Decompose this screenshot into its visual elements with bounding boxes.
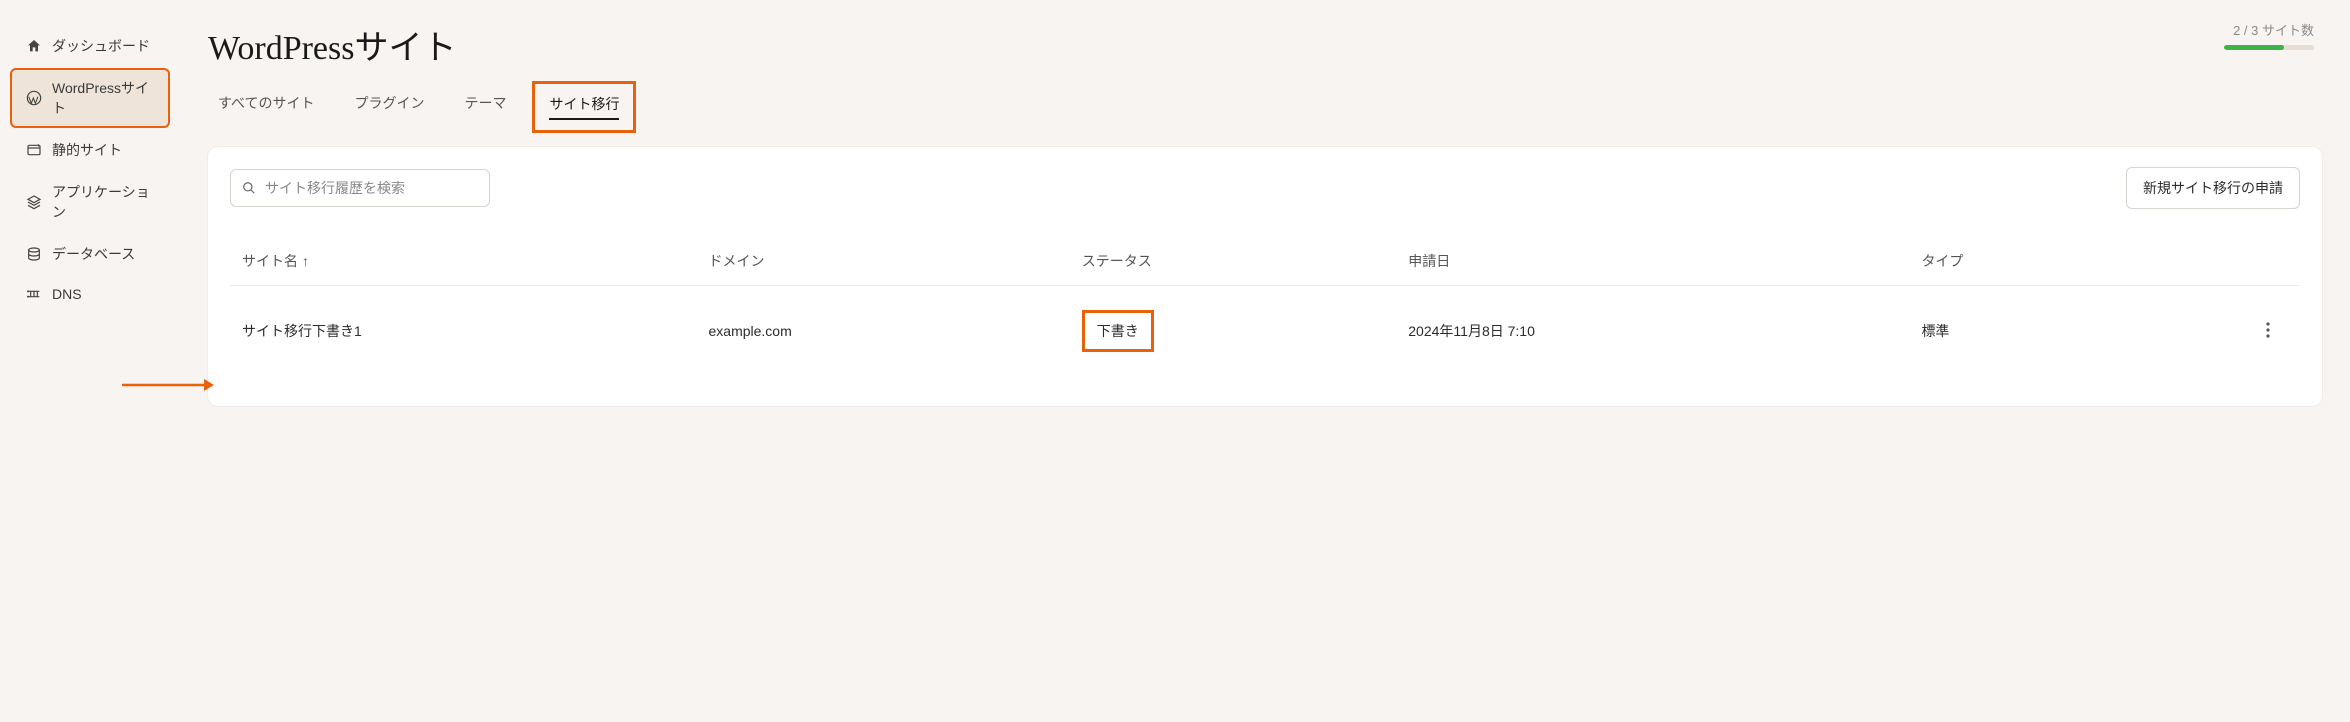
highlight-box-tab: サイト移行: [532, 81, 636, 133]
highlight-box-status: 下書き: [1082, 310, 1154, 352]
dns-icon: [26, 286, 42, 302]
panel: 新規サイト移行の申請 サイト名 ↑ ドメイン ステータス 申請日 タイプ サイト…: [208, 147, 2322, 406]
quota-text: 2 / 3 サイト数: [2224, 20, 2314, 39]
sidebar-item-label: アプリケーション: [52, 182, 154, 222]
quota-indicator: 2 / 3 サイト数: [2224, 20, 2314, 50]
header-row: WordPressサイト 2 / 3 サイト数: [208, 20, 2322, 69]
main-content: WordPressサイト 2 / 3 サイト数 すべてのサイト プラグイン テー…: [180, 0, 2350, 481]
new-migration-button[interactable]: 新規サイト移行の申請: [2126, 167, 2300, 209]
panel-top: 新規サイト移行の申請: [230, 167, 2300, 209]
sort-asc-icon: ↑: [302, 253, 309, 269]
tab-plugins[interactable]: プラグイン: [354, 93, 424, 121]
th-requested[interactable]: 申請日: [1408, 251, 1921, 271]
th-type[interactable]: タイプ: [1921, 251, 2248, 271]
sidebar-item-dns[interactable]: DNS: [10, 276, 170, 312]
sidebar: ダッシュボード WordPressサイト 静的サイト アプリケーション データベ…: [0, 0, 180, 481]
sidebar-item-label: ダッシュボード: [52, 36, 150, 56]
search-icon: [242, 181, 256, 195]
layers-icon: [26, 194, 42, 210]
more-vertical-icon: [2266, 322, 2270, 338]
cell-site-name: サイト移行下書き1: [242, 321, 709, 341]
page-title: WordPressサイト: [208, 20, 456, 69]
th-status[interactable]: ステータス: [1082, 251, 1409, 271]
table-row[interactable]: サイト移行下書き1 example.com 下書き 2024年11月8日 7:1…: [230, 286, 2300, 366]
sidebar-item-database[interactable]: データベース: [10, 234, 170, 274]
tabs: すべてのサイト プラグイン テーマ サイト移行: [208, 93, 2322, 121]
sidebar-item-static[interactable]: 静的サイト: [10, 130, 170, 170]
tab-migration[interactable]: サイト移行: [549, 94, 619, 120]
quota-fill: [2224, 45, 2284, 50]
tab-themes[interactable]: テーマ: [464, 93, 506, 121]
tab-all-sites[interactable]: すべてのサイト: [218, 93, 314, 121]
th-domain[interactable]: ドメイン: [709, 251, 1082, 271]
cell-requested: 2024年11月8日 7:10: [1408, 321, 1921, 341]
cell-domain: example.com: [709, 323, 1082, 339]
cell-status: 下書き: [1082, 310, 1409, 352]
th-site-name[interactable]: サイト名 ↑: [242, 251, 709, 271]
sidebar-item-label: DNS: [52, 286, 82, 302]
table-header-row: サイト名 ↑ ドメイン ステータス 申請日 タイプ: [230, 237, 2300, 286]
sidebar-item-dashboard[interactable]: ダッシュボード: [10, 26, 170, 66]
sidebar-item-label: データベース: [52, 244, 135, 264]
wordpress-icon: [26, 90, 42, 106]
cell-type: 標準: [1921, 321, 2248, 341]
browser-icon: [26, 142, 42, 158]
sidebar-item-wordpress[interactable]: WordPressサイト: [10, 68, 170, 128]
sidebar-item-label: 静的サイト: [52, 140, 122, 160]
sidebar-item-label: WordPressサイト: [52, 78, 154, 118]
quota-bar: [2224, 45, 2314, 50]
home-icon: [26, 38, 42, 54]
search-wrap: [230, 169, 490, 207]
sidebar-item-apps[interactable]: アプリケーション: [10, 172, 170, 232]
search-input[interactable]: [230, 169, 490, 207]
row-more-button[interactable]: [2248, 322, 2288, 341]
database-icon: [26, 246, 42, 262]
